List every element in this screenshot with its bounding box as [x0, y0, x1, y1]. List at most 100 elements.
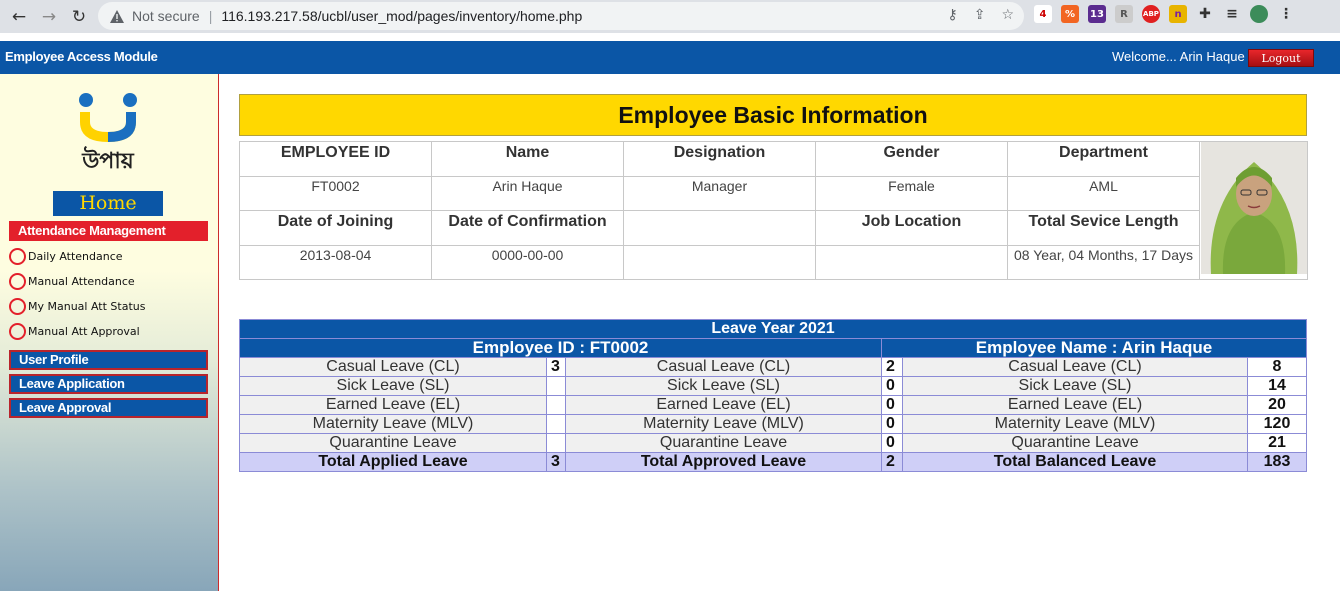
- manual-attendance-link[interactable]: Manual Attendance: [9, 273, 135, 290]
- header-job-location: Job Location: [815, 210, 1008, 246]
- approved-count: 0: [881, 395, 903, 415]
- approved-leave-type: Quarantine Leave: [565, 433, 882, 453]
- leave-approval-menu[interactable]: Leave Approval: [9, 398, 208, 418]
- header-department: Department: [1007, 141, 1200, 177]
- balance-count: 20: [1247, 395, 1307, 415]
- applied-count: 3: [546, 357, 566, 377]
- star-icon[interactable]: ☆: [1001, 7, 1014, 23]
- share-icon[interactable]: ⇪: [974, 7, 986, 23]
- totals-row: Total Applied Leave 3 Total Approved Lea…: [239, 452, 1307, 472]
- header-blank: [623, 210, 816, 246]
- header-gender: Gender: [815, 141, 1008, 177]
- sidebar: উপায় Home Attendance Management Daily A…: [0, 74, 219, 591]
- header-name: Name: [431, 141, 624, 177]
- adblock-icon[interactable]: ABP: [1142, 5, 1160, 23]
- total-approved-count: 2: [881, 452, 903, 472]
- value-employee-id: FT0002: [239, 175, 432, 211]
- extension-n-icon[interactable]: n: [1169, 5, 1187, 23]
- value-designation: Manager: [623, 175, 816, 211]
- playlist-icon[interactable]: ≡: [1223, 5, 1241, 23]
- balance-leave-type: Sick Leave (SL): [902, 376, 1248, 396]
- extensions-bar: 4 % 13 R ABP n ✚ ≡ ⋮: [1034, 5, 1295, 23]
- total-approved-label: Total Approved Leave: [565, 452, 882, 472]
- circle-bullet-icon: [9, 323, 26, 340]
- applied-leave-type: Earned Leave (EL): [239, 395, 547, 415]
- circle-bullet-icon: [9, 273, 26, 290]
- value-date-of-joining: 2013-08-04: [239, 244, 432, 280]
- reload-icon[interactable]: ↻: [68, 6, 90, 28]
- menu-dots-icon[interactable]: ⋮: [1277, 5, 1295, 23]
- extension-4-icon[interactable]: 4: [1034, 5, 1052, 23]
- welcome-text: Welcome... Arin Haque: [1112, 49, 1245, 64]
- approved-count: 2: [881, 357, 903, 377]
- attendance-management-menu[interactable]: Attendance Management: [9, 221, 208, 241]
- menu-item-label: My Manual Att Status: [28, 300, 146, 313]
- my-manual-att-status-link[interactable]: My Manual Att Status: [9, 298, 145, 315]
- employee-photo: [1199, 141, 1308, 280]
- balance-leave-type: Casual Leave (CL): [902, 357, 1248, 377]
- home-button[interactable]: Home: [53, 191, 163, 216]
- url-separator: |: [208, 8, 213, 24]
- forward-arrow-icon[interactable]: →: [38, 6, 60, 28]
- menu-item-label: Daily Attendance: [28, 250, 123, 263]
- daily-attendance-link[interactable]: Daily Attendance: [9, 248, 123, 265]
- extension-r-icon[interactable]: R: [1115, 5, 1133, 23]
- value-department: AML: [1007, 175, 1200, 211]
- value-date-of-confirmation: 0000-00-00: [431, 244, 624, 280]
- header-designation: Designation: [623, 141, 816, 177]
- user-profile-menu[interactable]: User Profile: [9, 350, 208, 370]
- extension-cap-icon[interactable]: 13: [1088, 5, 1106, 23]
- puzzle-icon[interactable]: ✚: [1196, 5, 1214, 23]
- balance-count: 120: [1247, 414, 1307, 434]
- circle-bullet-icon: [9, 298, 26, 315]
- applied-leave-type: Maternity Leave (MLV): [239, 414, 547, 434]
- total-balance-count: 183: [1247, 452, 1307, 472]
- balance-count: 8: [1247, 357, 1307, 377]
- applied-count: [546, 433, 566, 453]
- applied-count: [546, 376, 566, 396]
- leave-summary-table: Leave Year 2021 Employee ID : FT0002 Emp…: [239, 319, 1307, 472]
- leave-year-title: Leave Year 2021: [239, 319, 1307, 339]
- header-service-length: Total Sevice Length: [1007, 210, 1200, 246]
- address-bar[interactable]: Not secure | 116.193.217.58/ucbl/user_mo…: [98, 2, 1024, 30]
- table-row: Casual Leave (CL) 3 Casual Leave (CL) 2 …: [239, 357, 1307, 377]
- app-header: Employee Access Module Welcome... Arin H…: [0, 41, 1340, 74]
- table-row: Earned Leave (EL) Earned Leave (EL) 0 Ea…: [239, 395, 1307, 415]
- logout-button[interactable]: Logout: [1248, 49, 1314, 67]
- applied-leave-type: Sick Leave (SL): [239, 376, 547, 396]
- value-name: Arin Haque: [431, 175, 624, 211]
- approved-leave-type: Earned Leave (EL): [565, 395, 882, 415]
- key-icon[interactable]: ⚷: [947, 7, 957, 23]
- balance-count: 14: [1247, 376, 1307, 396]
- table-row: Sick Leave (SL) Sick Leave (SL) 0 Sick L…: [239, 376, 1307, 396]
- employee-info-banner: Employee Basic Information: [239, 94, 1307, 136]
- approved-count: 0: [881, 376, 903, 396]
- value-service-length: 08 Year, 04 Months, 17 Days: [1007, 244, 1200, 280]
- warning-icon: [110, 9, 124, 23]
- leave-application-menu[interactable]: Leave Application: [9, 374, 208, 394]
- extension-percent-icon[interactable]: %: [1061, 5, 1079, 23]
- applied-leave-type: Casual Leave (CL): [239, 357, 547, 377]
- total-applied-label: Total Applied Leave: [239, 452, 547, 472]
- balance-leave-type: Maternity Leave (MLV): [902, 414, 1248, 434]
- menu-item-label: Manual Attendance: [28, 275, 135, 288]
- approved-count: 0: [881, 414, 903, 434]
- balance-leave-type: Earned Leave (EL): [902, 395, 1248, 415]
- total-applied-count: 3: [546, 452, 566, 472]
- value-job-location: [815, 244, 1008, 280]
- url-text[interactable]: 116.193.217.58/ucbl/user_mod/pages/inven…: [221, 8, 582, 24]
- table-row: Maternity Leave (MLV) Maternity Leave (M…: [239, 414, 1307, 434]
- leave-employee-id-title: Employee ID : FT0002: [239, 338, 882, 358]
- profile-avatar[interactable]: [1250, 5, 1268, 23]
- logo-text: উপায়: [82, 149, 134, 174]
- app-title: Employee Access Module: [5, 49, 158, 64]
- browser-toolbar: ← → ↻ Not secure | 116.193.217.58/ucbl/u…: [0, 0, 1340, 33]
- back-arrow-icon[interactable]: ←: [8, 6, 30, 28]
- header-date-of-confirmation: Date of Confirmation: [431, 210, 624, 246]
- menu-item-label: Manual Att Approval: [28, 325, 140, 338]
- approved-leave-type: Casual Leave (CL): [565, 357, 882, 377]
- not-secure-label: Not secure: [132, 8, 200, 24]
- table-row: Quarantine Leave Quarantine Leave 0 Quar…: [239, 433, 1307, 453]
- manual-att-approval-link[interactable]: Manual Att Approval: [9, 323, 140, 340]
- value-blank: [623, 244, 816, 280]
